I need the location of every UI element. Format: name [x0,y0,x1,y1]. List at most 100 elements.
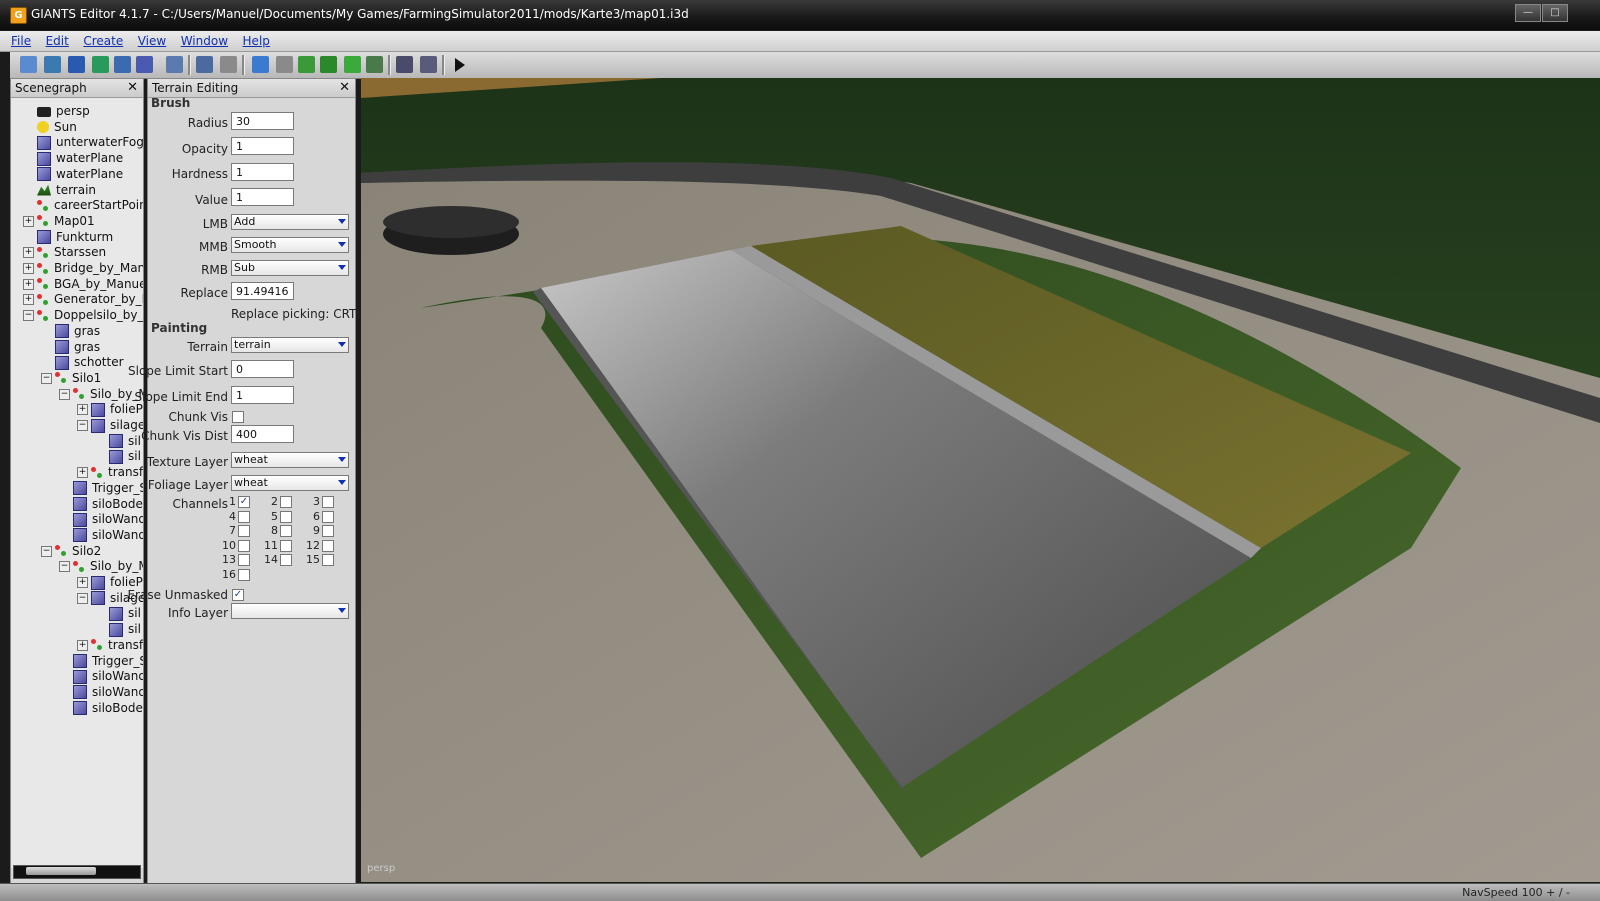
tree-node[interactable]: siloBoder [73,701,143,717]
channel-checkbox[interactable] [238,510,250,523]
terrain-paint-icon[interactable] [320,56,337,73]
expand-toggle-icon[interactable]: + [77,639,88,651]
texture-layer-select[interactable]: wheat [231,452,349,468]
menu-window[interactable]: Window [181,34,228,48]
play-icon[interactable] [455,58,465,72]
slope-limit-end-field[interactable]: 1 [231,386,294,404]
channel-checkbox[interactable] [322,496,334,508]
info-layer-select[interactable] [231,603,349,619]
terrain-raise-icon[interactable] [298,56,315,73]
expand-toggle-icon[interactable]: − [77,592,88,604]
menu-edit[interactable]: Edit [46,34,69,48]
tree-node[interactable]: siloWand [73,512,143,528]
tree-node[interactable]: siloWand [73,528,143,544]
tree-node[interactable]: careerStartPoin [37,198,143,214]
tree-node[interactable]: + folieP [77,402,143,418]
tree-node[interactable]: sil [109,449,141,465]
expand-toggle-icon[interactable]: + [23,215,34,227]
terrain-scene[interactable] [361,78,1600,882]
tree-node[interactable]: terrain [37,183,96,199]
document-icon[interactable] [68,56,85,73]
channel-checkbox[interactable] [238,569,250,581]
expand-toggle-icon[interactable]: − [59,388,70,400]
tree-node[interactable]: + Bridge_by_Man [23,261,143,277]
tree-node[interactable]: Trigger_S [73,654,143,670]
close-icon[interactable]: ✕ [339,79,350,97]
tree-node[interactable]: − Silo1 [41,371,101,387]
expand-toggle-icon[interactable]: − [41,545,52,557]
expand-toggle-icon[interactable]: − [59,561,70,573]
tree-node[interactable]: sil [109,622,141,638]
tree-node[interactable]: persp [37,104,90,120]
new-file-icon[interactable] [20,56,37,73]
rmb-select[interactable]: Sub [231,260,349,276]
scrollbar-thumb[interactable] [26,867,96,875]
channel-checkbox[interactable] [322,525,334,538]
tree-node[interactable]: siloWand [73,669,143,685]
tree-node[interactable]: siloWand [73,685,143,701]
save-as-icon[interactable] [136,56,153,73]
menu-create[interactable]: Create [83,34,123,48]
undo-icon[interactable] [196,56,213,73]
menu-file[interactable]: File [11,34,31,48]
channel-checkbox[interactable] [280,510,292,523]
replace-field[interactable]: 91.49416 [231,282,294,300]
home-icon[interactable] [252,56,269,73]
channel-checkbox[interactable] [280,496,292,508]
expand-toggle-icon[interactable]: − [23,310,34,322]
object-icon[interactable] [396,56,413,73]
tree-node[interactable]: − silage [77,418,143,434]
channel-checkbox[interactable] [322,554,334,567]
tree-node[interactable]: + BGA_by_Manue [23,277,143,293]
channel-checkbox[interactable] [322,510,334,523]
channel-checkbox[interactable] [238,525,250,538]
menu-view[interactable]: View [138,34,166,48]
channel-checkbox[interactable] [238,539,250,552]
tree-node[interactable]: Sun [37,120,77,136]
expand-toggle-icon[interactable]: − [41,372,52,384]
slope-limit-start-field[interactable]: 0 [231,360,294,378]
value-field[interactable]: 1 [231,188,294,206]
redo-icon[interactable] [220,56,237,73]
save-icon[interactable] [114,56,131,73]
open-file-icon[interactable] [44,56,61,73]
3d-viewport[interactable]: persp [361,78,1600,882]
move-icon[interactable] [276,56,293,73]
erase-unmasked-checkbox[interactable]: ✓ [232,589,244,601]
channel-checkbox[interactable] [280,525,292,538]
maximize-button[interactable]: □ [1542,4,1568,22]
expand-toggle-icon[interactable]: + [23,263,34,274]
tree-node[interactable]: schotter [55,355,124,371]
tree-node[interactable]: + transf [77,465,143,481]
expand-toggle-icon[interactable]: + [77,577,88,588]
import-icon[interactable] [166,56,183,73]
tree-node[interactable]: − Silo2 [41,544,101,560]
tree-node[interactable]: sil [109,606,141,622]
tree-node[interactable]: gras [55,340,100,356]
channel-checkbox[interactable] [322,539,334,552]
tree-node[interactable]: + Starssen [23,245,106,261]
chunk-vis-dist-field[interactable]: 400 [231,425,294,443]
close-icon[interactable]: ✕ [127,79,138,97]
minimize-button[interactable]: — [1515,4,1541,22]
opacity-field[interactable]: 1 [231,137,294,155]
expand-toggle-icon[interactable]: + [77,404,88,416]
terrain-select[interactable]: terrain [231,337,349,353]
expand-toggle-icon[interactable]: + [23,294,34,306]
tree-node[interactable]: − Silo_by_M [59,559,143,575]
tree-node[interactable]: waterPlane [37,151,123,167]
channel-checkbox[interactable]: ✓ [238,496,250,508]
expand-toggle-icon[interactable]: + [23,278,34,290]
tree-node[interactable]: Funkturm [37,230,113,246]
lmb-select[interactable]: Add [231,214,349,230]
tree-node[interactable]: − Doppelsilo_by_M [23,308,143,324]
tree-node[interactable]: waterPlane [37,167,123,183]
tree-node[interactable]: + Map01 [23,214,95,230]
tree-node[interactable]: + Generator_by_M [23,292,143,308]
tree-node[interactable]: siloBoder [73,497,143,513]
tree-node[interactable]: + transf [77,638,143,654]
info-layer-icon[interactable] [366,56,383,73]
chunk-vis-checkbox[interactable] [232,411,244,423]
foliage-layer-select[interactable]: wheat [231,475,349,491]
radius-field[interactable]: 30 [231,112,294,130]
